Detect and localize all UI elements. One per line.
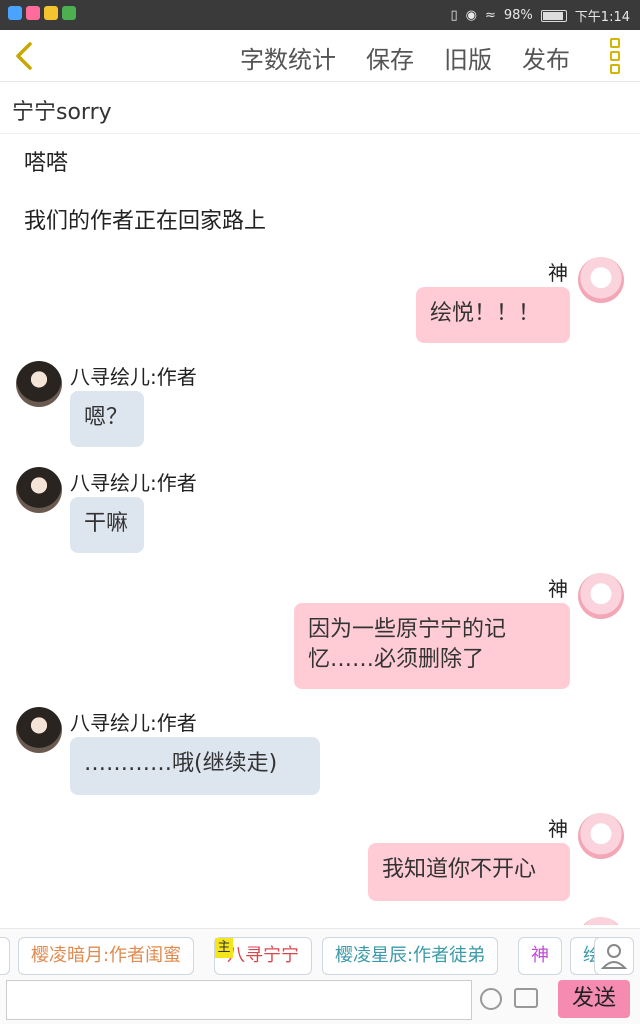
avatar[interactable] [578,257,624,303]
save-button[interactable]: 保存 [366,40,414,75]
chat-content[interactable]: 嗒嗒 我们的作者正在回家路上 神 绘悦！！！ 八寻绘儿:作者 嗯？ 八寻绘儿:作… [0,135,640,925]
battery-percent: 98% [503,8,533,23]
message-bubble[interactable]: 干嘛 [70,497,144,553]
message-line: 因为一些原宁宁的记 [308,617,507,642]
old-version-button[interactable]: 旧版 [444,40,492,75]
message-line: 忆……必须删除了 [308,647,485,672]
message-bubble[interactable]: …………哦(继续走) [70,737,320,795]
sender-name: 神 [548,817,568,841]
story-title-row: 宁宁sorry [0,82,640,134]
avatar[interactable] [16,361,62,407]
eye-icon: ◉ [465,8,477,23]
clock: 下午1:14 [574,10,630,25]
vibrate-icon: ▯ [450,8,458,23]
image-icon[interactable] [514,988,538,1008]
word-count-button[interactable]: 字数统计 [240,40,336,75]
narration-text: 我们的作者正在回家路上 [24,209,267,234]
sender-name: 八寻绘儿:作者 [70,471,197,495]
emoji-icon[interactable] [480,988,502,1010]
avatar[interactable] [16,707,62,753]
sender-name: 神 [548,577,568,601]
sender-name: 八寻绘儿:作者 [70,365,197,389]
avatar[interactable] [578,573,624,619]
character-bar: 樱凌暗月:作者闺蜜 主 八寻宁宁 樱凌星辰:作者徒弟 神 绘 [0,928,640,978]
paw-icon [8,6,22,20]
publish-button[interactable]: 发布 [522,40,570,75]
character-chip[interactable]: 樱凌暗月:作者闺蜜 [18,937,195,975]
more-menu-icon[interactable] [610,38,622,74]
narration-text: 嗒嗒 [24,151,69,176]
character-chip[interactable]: 神 [518,937,562,975]
sender-name: 神 [548,261,568,285]
top-toolbar: 字数统计 保存 旧版 发布 [0,30,640,82]
add-user-button[interactable] [594,937,634,975]
character-chip-label: 八寻宁宁 [227,945,299,966]
message-bubble[interactable]: 我知道你不开心 [368,843,570,901]
play-icon [62,6,76,20]
avatar[interactable] [16,467,62,513]
avatar[interactable] [578,917,624,925]
character-chip[interactable] [0,937,10,975]
send-button[interactable]: 发送 [558,980,630,1018]
wifi-icon: ≈ [484,8,496,23]
main-role-badge: 主 [215,938,233,958]
message-input[interactable] [6,980,472,1020]
message-bubble[interactable]: 因为一些原宁宁的记 忆……必须删除了 [294,603,570,689]
story-title[interactable]: 宁宁sorry [12,94,112,126]
sender-name: 八寻绘儿:作者 [70,711,197,735]
input-bar: 发送 [0,978,640,1024]
user-icon [600,944,628,969]
notification-icon [44,6,58,20]
message-bubble[interactable]: 绘悦！！！ [416,287,570,343]
avatar[interactable] [578,813,624,859]
battery-icon [540,9,567,22]
back-icon[interactable] [10,40,40,72]
message-bubble[interactable]: 嗯？ [70,391,144,447]
character-chip[interactable]: 樱凌星辰:作者徒弟 [322,937,499,975]
app-icon [26,6,40,20]
character-chip-selected[interactable]: 主 八寻宁宁 [214,937,312,975]
status-bar: ▯ ◉ ≈ 98% 下午1:14 [0,0,640,30]
